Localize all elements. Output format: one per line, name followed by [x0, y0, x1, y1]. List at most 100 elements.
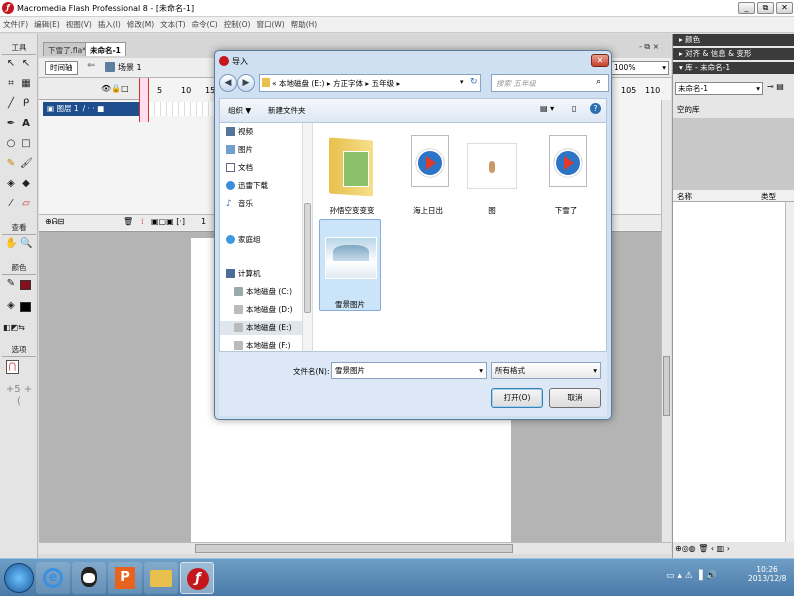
restore-button[interactable]: ⧉	[757, 2, 774, 14]
menu-window[interactable]: 窗口(W)	[253, 17, 287, 32]
scroll-thumb[interactable]	[663, 356, 670, 416]
library-list[interactable]	[673, 202, 785, 542]
chevron-down-icon[interactable]: ▾	[460, 78, 464, 86]
new-folder-button[interactable]: 新建文件夹	[268, 105, 306, 116]
lasso-tool-icon[interactable]: ᑭ	[20, 98, 32, 110]
align-panel-header[interactable]: ▸ 对齐 & 信息 & 变形	[673, 48, 794, 60]
menu-edit[interactable]: 编辑(E)	[31, 17, 63, 32]
menu-modify[interactable]: 修改(M)	[124, 17, 157, 32]
tray-icons[interactable]: ▭ ▴ ⚠ ▐ 🔊	[666, 571, 717, 581]
scroll-thumb[interactable]	[304, 203, 311, 313]
color-swap-icon[interactable]: ◧◩⇆	[3, 322, 25, 334]
chevron-down-icon[interactable]: ▾	[479, 363, 483, 378]
text-tool-icon[interactable]: A	[20, 118, 32, 130]
trash-icon[interactable]: 🗑	[123, 217, 133, 226]
nav-item[interactable]: 家庭组	[226, 235, 261, 245]
breadcrumb-overflow[interactable]: «	[272, 79, 277, 88]
line-tool-icon[interactable]: ╱	[5, 98, 17, 110]
explorer-taskbar-icon[interactable]	[144, 562, 178, 594]
stage-vertical-scrollbar[interactable]	[661, 100, 671, 542]
hand-tool-icon[interactable]: ✋	[5, 238, 17, 250]
nav-item-selected[interactable]: 本地磁盘 (E:)	[234, 323, 292, 333]
help-icon[interactable]: ?	[590, 103, 601, 114]
layer-row[interactable]: ▣ 图层 1/ · · ■	[43, 102, 139, 116]
breadcrumb-item[interactable]: 方正字体	[333, 79, 363, 88]
filename-input[interactable]: 雪景图片 ▾	[331, 362, 487, 379]
tab-xiaxuele[interactable]: 下雪了.fla*	[43, 42, 91, 56]
menu-help[interactable]: 帮助(H)	[288, 17, 321, 32]
menu-file[interactable]: 文件(F)	[0, 17, 31, 32]
stroke-swatch[interactable]	[20, 280, 31, 290]
nav-item[interactable]: 图片	[226, 145, 253, 155]
start-button[interactable]	[4, 563, 34, 593]
scene-label[interactable]: 场景 1	[118, 62, 142, 73]
oval-tool-icon[interactable]: ○	[5, 138, 17, 150]
nav-item[interactable]: 本地磁盘 (C:)	[234, 287, 292, 297]
back-arrow-icon[interactable]: ⇐	[87, 60, 95, 71]
add-layer-icons[interactable]: ⊕ᕱ⊟	[45, 217, 64, 227]
menu-control[interactable]: 控制(O)	[221, 17, 254, 32]
color-panel-header[interactable]: ▸ 颜色	[673, 34, 794, 46]
menu-commands[interactable]: 命令(C)	[189, 17, 221, 32]
layer-toggle-icons[interactable]: 👁🔒□	[101, 84, 129, 93]
cancel-button[interactable]: 取消	[549, 388, 601, 408]
fill-swatch[interactable]	[20, 302, 31, 312]
clock[interactable]: 10:26 2013/12/8	[748, 565, 786, 583]
onion-skin-icons[interactable]: ▣▢▣ [·]	[151, 217, 185, 226]
tab-untitled[interactable]: 未命名-1	[85, 42, 126, 56]
menu-insert[interactable]: 插入(I)	[95, 17, 124, 32]
col-type[interactable]: 类型	[761, 191, 776, 202]
dialog-close-button[interactable]: ✕	[591, 54, 609, 67]
subselect-tool-icon[interactable]: ↖	[20, 58, 32, 70]
powerpoint-taskbar-icon[interactable]: P	[108, 562, 142, 594]
col-name[interactable]: 名称	[677, 191, 692, 202]
breadcrumb-item[interactable]: 本地磁盘 (E:)	[279, 79, 325, 88]
nav-item[interactable]: 本地磁盘 (D:)	[234, 305, 293, 315]
transform-tool-icon[interactable]: ⌗	[5, 78, 17, 90]
library-panel-header[interactable]: ▾ 库 - 未命名-1	[673, 62, 794, 74]
menu-view[interactable]: 视图(V)	[63, 17, 95, 32]
close-button[interactable]: ✕	[776, 2, 793, 14]
center-frame-icon[interactable]: ⁞	[141, 217, 144, 226]
refresh-icon[interactable]: ↻	[470, 77, 478, 87]
nav-item[interactable]: 文档	[226, 163, 253, 173]
panel-controls[interactable]: - ⧉ ×	[639, 42, 659, 52]
address-bar[interactable]: « 本地磁盘 (E:) ▸ 方正字体 ▸ 五年级 ▸ ▾ ↻	[259, 74, 481, 92]
playhead[interactable]	[139, 78, 149, 122]
nav-item[interactable]: 视频	[226, 127, 253, 137]
minimize-button[interactable]: _	[738, 2, 755, 14]
qq-taskbar-icon[interactable]	[72, 562, 106, 594]
search-icon[interactable]: ⌕	[596, 77, 601, 87]
filetype-select[interactable]: 所有格式 ▾	[491, 362, 601, 379]
preview-pane-icon[interactable]: ▯	[572, 104, 576, 113]
zoom-select[interactable]: 100% ▾	[611, 61, 669, 75]
back-button[interactable]: ◀	[219, 74, 237, 92]
eyedropper-icon[interactable]: ⁄	[5, 198, 17, 210]
library-select[interactable]: 未命名-1 ▾	[675, 82, 763, 95]
nav-scrollbar[interactable]	[302, 123, 312, 351]
breadcrumb-item[interactable]: 五年级	[372, 79, 395, 88]
stroke-color-icon[interactable]: ✎	[5, 278, 17, 290]
pencil-tool-icon[interactable]: ✎	[5, 158, 17, 170]
nav-item[interactable]: 本地磁盘 (F:)	[234, 341, 291, 351]
smooth-straighten-icon[interactable]: +5 +(	[5, 384, 33, 407]
fill-transform-icon[interactable]: ▦	[20, 78, 32, 90]
stage-horizontal-scrollbar[interactable]	[39, 542, 671, 554]
snap-magnet-icon[interactable]: ⋂	[6, 360, 19, 374]
view-options-icon[interactable]: ▤ ▾	[540, 104, 554, 113]
brush-tool-icon[interactable]: 🖌	[20, 158, 33, 170]
nav-item[interactable]: 计算机	[226, 269, 261, 279]
library-scrollbar[interactable]	[785, 202, 794, 542]
library-pin-icons[interactable]: ⊸ ▤	[767, 82, 784, 91]
timeline-toggle-button[interactable]: 时间轴	[45, 61, 78, 75]
pen-tool-icon[interactable]: ✒	[5, 118, 17, 130]
arrow-tool-icon[interactable]: ↖	[5, 58, 17, 70]
nav-item[interactable]: ♪ 音乐	[226, 199, 253, 209]
eraser-icon[interactable]: ▱	[20, 198, 32, 210]
library-footer-icons[interactable]: ⊕◎◍ 🗑 ‹ ▥ ›	[675, 544, 730, 553]
flash-taskbar-icon[interactable]: ƒ	[180, 562, 214, 594]
search-box[interactable]: 搜索 五年级 ⌕	[491, 74, 609, 92]
ink-bottle-icon[interactable]: ◈	[5, 178, 17, 190]
fill-color-icon[interactable]: ◈	[5, 300, 17, 312]
rect-tool-icon[interactable]: □	[20, 138, 32, 150]
